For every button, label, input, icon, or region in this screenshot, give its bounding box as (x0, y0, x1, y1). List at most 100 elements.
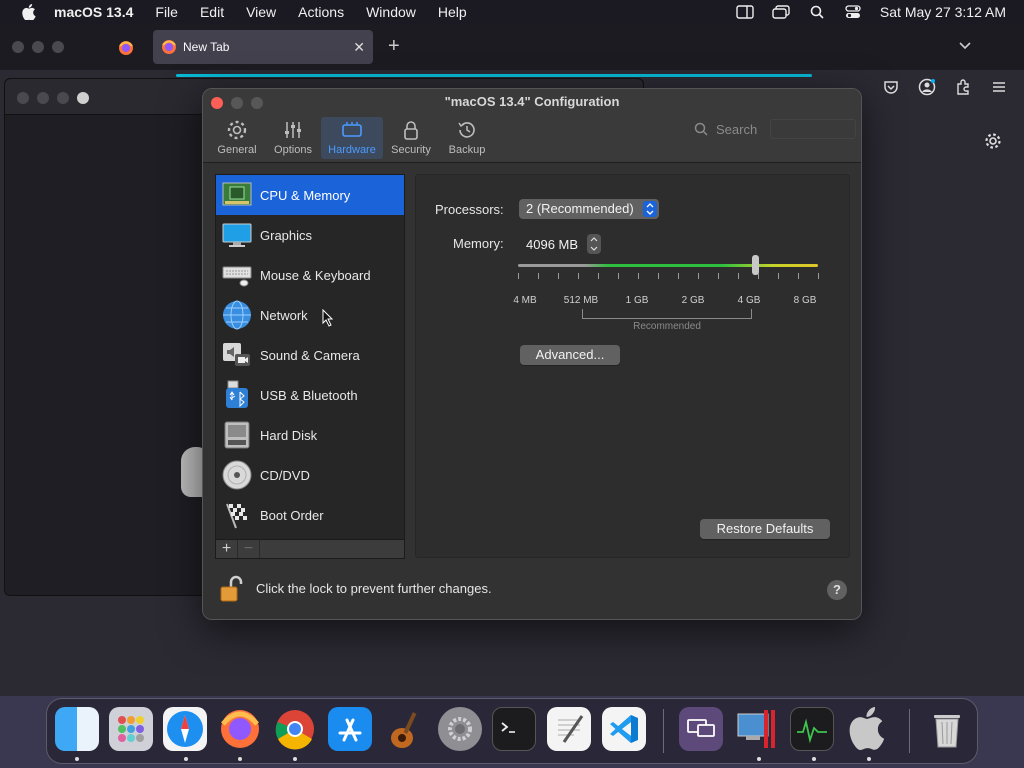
sidebar-item-mouse-keyboard[interactable]: Mouse & Keyboard (216, 255, 404, 295)
vscode-icon[interactable] (602, 707, 646, 751)
menubar-clock[interactable]: Sat May 27 3:12 AM (880, 4, 1006, 20)
windows-icon[interactable] (772, 5, 790, 19)
sidebar-item-label: Network (260, 307, 308, 323)
finder-icon[interactable] (55, 707, 99, 751)
slider-tick (718, 273, 719, 279)
menu-window[interactable]: Window (366, 4, 416, 20)
terminal-icon[interactable] (492, 707, 536, 751)
advanced-button[interactable]: Advanced... (520, 345, 620, 365)
parallels-desktop-icon[interactable] (735, 707, 779, 751)
url-bar-focus-ring[interactable] (176, 74, 812, 77)
checkered-flag-icon (222, 500, 252, 530)
sidebar-footer: + − (215, 539, 405, 559)
tab-close-icon[interactable]: ✕ (353, 39, 365, 56)
activity-monitor-icon[interactable] (790, 707, 834, 751)
search-field[interactable]: Search (688, 117, 856, 141)
menu-view[interactable]: View (246, 4, 276, 20)
hard-disk-icon (222, 420, 252, 450)
screen-sharing-icon[interactable] (679, 707, 723, 751)
tab-options[interactable]: Options (265, 117, 321, 159)
dock-running-indicator (812, 757, 816, 761)
usb-bluetooth-icon (222, 380, 252, 410)
search-input[interactable] (770, 119, 856, 139)
dock-separator (663, 709, 664, 753)
slider-tick (638, 273, 639, 279)
garageband-icon[interactable] (383, 707, 427, 751)
globe-icon (222, 300, 252, 330)
slider-tick (758, 273, 759, 279)
sidebar-item-cd-dvd[interactable]: CD/DVD (216, 455, 404, 495)
apple-menu-icon[interactable] (18, 4, 40, 20)
firefox-icon[interactable] (118, 40, 134, 56)
memory-tick-label: 4 MB (513, 295, 537, 306)
memory-input[interactable]: 4096 MB (519, 235, 581, 255)
control-center-icon[interactable] (844, 5, 862, 19)
sidebar-item-network[interactable]: Network (216, 295, 404, 335)
menu-app-name[interactable]: macOS 13.4 (54, 4, 133, 20)
sidebar-item-usb-bluetooth[interactable]: USB & Bluetooth (216, 375, 404, 415)
menu-help[interactable]: Help (438, 4, 467, 20)
lock-icon (400, 119, 422, 141)
pocket-icon[interactable] (882, 78, 900, 96)
new-tab-button[interactable]: + (388, 35, 400, 58)
remove-device-button[interactable]: − (238, 540, 260, 558)
memory-slider-knob[interactable] (752, 255, 759, 275)
memory-tick-label: 512 MB (563, 295, 599, 306)
account-icon[interactable] (918, 78, 936, 96)
textedit-icon[interactable] (547, 707, 591, 751)
sidebar-toggle-icon[interactable] (736, 5, 754, 19)
safari-icon[interactable] (163, 707, 207, 751)
launchpad-icon[interactable] (109, 707, 153, 751)
system-settings-icon[interactable] (438, 707, 482, 751)
macos-vm-icon[interactable] (845, 707, 889, 751)
processors-select[interactable]: 2 (Recommended) (519, 199, 659, 219)
sidebar-item-cpu-memory[interactable]: CPU & Memory (216, 175, 404, 215)
sidebar-item-sound-camera[interactable]: Sound & Camera (216, 335, 404, 375)
memory-slider-track[interactable] (518, 264, 818, 267)
vm-window-controls[interactable] (17, 92, 89, 104)
menu-file[interactable]: File (155, 4, 178, 20)
dock (46, 698, 978, 764)
sidebar-item-label: USB & Bluetooth (260, 387, 358, 403)
keyboard-icon (222, 260, 252, 290)
slider-tick (798, 273, 799, 279)
browser-window-controls[interactable] (12, 41, 64, 53)
trash-icon[interactable] (925, 707, 969, 751)
memory-label: Memory: (453, 236, 504, 251)
cpu-memory-icon (222, 180, 252, 210)
search-placeholder: Search (716, 121, 758, 137)
unlocked-padlock-icon[interactable] (219, 575, 245, 603)
app-store-icon[interactable] (328, 707, 372, 751)
spotlight-search-icon[interactable] (808, 5, 826, 19)
sidebar-item-label: Hard Disk (260, 427, 318, 443)
speaker-camera-icon (222, 340, 252, 370)
sidebar-item-label: Graphics (260, 227, 313, 243)
sidebar-item-label: CPU & Memory (260, 187, 351, 203)
display-icon (222, 220, 252, 250)
sidebar-item-hard-disk[interactable]: Hard Disk (216, 415, 404, 455)
tab-security[interactable]: Security (383, 117, 439, 159)
firefox-icon[interactable] (218, 707, 262, 751)
help-button[interactable]: ? (827, 580, 847, 600)
slider-tick (738, 273, 739, 279)
menu-edit[interactable]: Edit (200, 4, 224, 20)
chevron-down-icon[interactable] (958, 39, 972, 53)
add-device-button[interactable]: + (216, 540, 238, 558)
tab-backup[interactable]: Backup (439, 117, 495, 159)
tab-general[interactable]: General (209, 117, 265, 159)
gear-icon[interactable] (984, 132, 1002, 150)
tab-hardware[interactable]: Hardware (321, 117, 383, 159)
sidebar-item-graphics[interactable]: Graphics (216, 215, 404, 255)
tab-new-tab[interactable]: New Tab ✕ (153, 30, 373, 64)
extensions-icon[interactable] (954, 78, 972, 96)
memory-stepper[interactable] (587, 234, 601, 254)
restore-defaults-button[interactable]: Restore Defaults (700, 519, 830, 539)
sidebar-item-boot-order[interactable]: Boot Order (216, 495, 404, 535)
memory-tick-label: 4 GB (737, 295, 761, 306)
chrome-icon[interactable] (273, 707, 317, 751)
menu-actions[interactable]: Actions (298, 4, 344, 20)
dialog-toolbar: General Options Hardware Security Backup (209, 117, 495, 159)
slider-tick (678, 273, 679, 279)
hamburger-menu-icon[interactable] (990, 78, 1008, 96)
slider-tick (558, 273, 559, 279)
